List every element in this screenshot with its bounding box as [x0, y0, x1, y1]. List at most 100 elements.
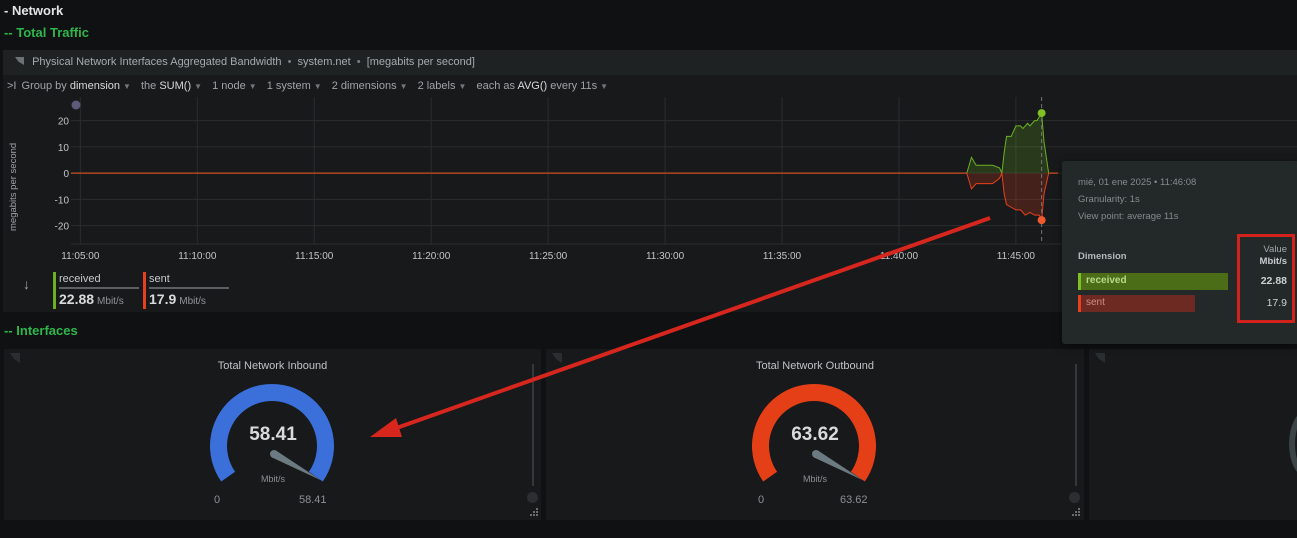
gauge-needle-hub [270, 450, 278, 458]
gauge-card-partial [1089, 349, 1297, 520]
series-area-sent [71, 173, 1058, 221]
x-axis: 11:05:00 11:10:00 11:15:00 11:20:00 11:25:00… [61, 251, 1035, 262]
group-by-value: dimension [69, 80, 120, 92]
legend-underline [149, 287, 229, 289]
legend-value: 17.9 Mbit/s [149, 291, 206, 307]
time-agg-suffix: every 11s [550, 80, 598, 92]
resize-handle-icon[interactable] [1071, 507, 1081, 517]
aggregation-dropdown[interactable]: the SUM() ▼ [141, 80, 212, 92]
chevron-down-icon: ▼ [458, 82, 467, 91]
anomaly-icon[interactable] [71, 100, 81, 110]
gauge-card-inbound: Total Network Inbound 58.41 Mbit/s 0 58.… [4, 349, 541, 520]
row-color-accent [1078, 295, 1081, 312]
series-line-received [71, 111, 1058, 176]
aggregation-value: SUM() [159, 80, 192, 92]
gauge-value: 63.62 [791, 424, 839, 445]
legend-value-number: 17.9 [149, 291, 177, 307]
scrollbar[interactable] [1075, 364, 1077, 486]
chart-settings-icon[interactable] [527, 492, 538, 503]
chevron-down-icon: ▼ [248, 82, 257, 91]
legend-name: received [59, 273, 101, 285]
annotation-highlight-box [1237, 234, 1295, 323]
labels-dropdown[interactable]: 2 labels ▼ [418, 80, 474, 92]
gauge-value: 58.41 [249, 424, 297, 445]
legend-item-received[interactable]: received 22.88 Mbit/s [53, 272, 139, 310]
chevron-down-icon: ▼ [600, 82, 609, 91]
tooltip-view-point: View point: average 11s [1078, 211, 1179, 222]
time-aggregation-dropdown[interactable]: each as AVG() every 11s ▼ [476, 80, 615, 92]
legend-unit: Mbit/s [97, 296, 124, 307]
subsection-total-traffic: -- Total Traffic [4, 25, 89, 40]
series [71, 97, 1058, 244]
legend-name: sent [149, 273, 170, 285]
legend-item-sent[interactable]: sent 17.9 Mbit/s [143, 272, 229, 310]
tooltip-dimension-header: Dimension [1078, 251, 1127, 262]
gauge-needle-hub [812, 450, 820, 458]
x-tick-label: 11:10:00 [178, 251, 217, 262]
chart-settings-icon[interactable] [1069, 492, 1080, 503]
y-tick-label: 10 [58, 143, 70, 154]
gauge-unit: Mbit/s [260, 474, 285, 484]
chevron-down-icon: ▼ [194, 82, 203, 91]
chart-header: Physical Network Interfaces Aggregated B… [3, 50, 1297, 75]
dimensions-label: 2 dimensions [331, 80, 397, 92]
tooltip-row-sent: sent [1078, 295, 1195, 312]
x-tick-label: 11:30:00 [646, 251, 685, 262]
dimensions-dropdown[interactable]: 2 dimensions ▼ [332, 80, 415, 92]
x-tick-label: 11:25:00 [529, 251, 568, 262]
row-name: received [1086, 275, 1127, 286]
systems-dropdown[interactable]: 1 system ▼ [267, 80, 329, 92]
chart-type-icon[interactable] [1095, 353, 1105, 363]
nodes-dropdown[interactable]: 1 node ▼ [212, 80, 264, 92]
time-agg-value: AVG() [517, 80, 548, 92]
gauge-dial [1289, 409, 1297, 479]
gauge-card-outbound: Total Network Outbound 63.62 Mbit/s 0 63… [546, 349, 1084, 520]
y-tick-label: -20 [55, 222, 70, 233]
nodes-label: 1 node [212, 80, 246, 92]
hover-point-sent [1037, 216, 1046, 225]
x-tick-label: 11:45:00 [997, 251, 1036, 262]
gauge-max: 58.41 [299, 494, 327, 506]
arrow-down-icon[interactable]: ↓ [23, 276, 30, 292]
dashboard: - Network -- Total Traffic Physical Netw… [0, 0, 1297, 538]
tooltip-row-received: received [1078, 273, 1228, 290]
legend-color-bar [143, 272, 146, 309]
tooltip-datetime: mié, 01 ene 2025 • 11:46:08 [1078, 177, 1197, 188]
y-tick-label: -10 [55, 195, 70, 206]
series-area-received [71, 113, 1058, 174]
chevron-down-icon: ▼ [399, 82, 408, 91]
hover-point-received [1037, 109, 1046, 118]
systems-label: 1 system [266, 80, 311, 92]
series-line-sent [71, 171, 1058, 222]
subsection-interfaces: -- Interfaces [4, 323, 78, 338]
separator: • [356, 56, 361, 68]
chevron-down-icon: ▼ [313, 82, 322, 91]
row-name: sent [1086, 297, 1105, 308]
section-title: - Network [4, 3, 64, 18]
gauge-min: 0 [214, 494, 221, 506]
legend-color-bar [53, 272, 56, 309]
aggregation-prefix: the [140, 80, 157, 92]
row-color-accent [1078, 273, 1081, 290]
y-axis: 20 10 0 -10 -20 [55, 117, 70, 233]
gauge-unit: Mbit/s [802, 474, 827, 484]
x-tick-label: 11:05:00 [61, 251, 100, 262]
chart-title: Physical Network Interfaces Aggregated B… [32, 56, 282, 68]
resize-handle-icon[interactable] [529, 507, 539, 517]
labels-label: 2 labels [417, 80, 456, 92]
scrollbar[interactable] [532, 364, 534, 486]
chart-toolbar: >I Group by dimension ▼ the SUM() ▼ 1 node… [3, 75, 1297, 97]
x-tick-label: 11:35:00 [763, 251, 802, 262]
x-tick-label: 11:15:00 [295, 251, 334, 262]
group-by-dropdown[interactable]: Group by dimension ▼ [22, 80, 141, 92]
chart-units: [megabits per second] [366, 56, 475, 68]
chart-context: system.net [297, 56, 351, 68]
expand-icon[interactable]: >I [7, 80, 16, 92]
legend-underline [59, 287, 139, 289]
legend-value-number: 22.88 [59, 291, 95, 307]
chart-type-icon[interactable] [15, 57, 24, 65]
legend-value: 22.88 Mbit/s [59, 291, 124, 307]
x-tick-label: 11:20:00 [412, 251, 451, 262]
y-tick-label: 0 [63, 169, 69, 180]
time-agg-prefix: each as [476, 80, 515, 92]
